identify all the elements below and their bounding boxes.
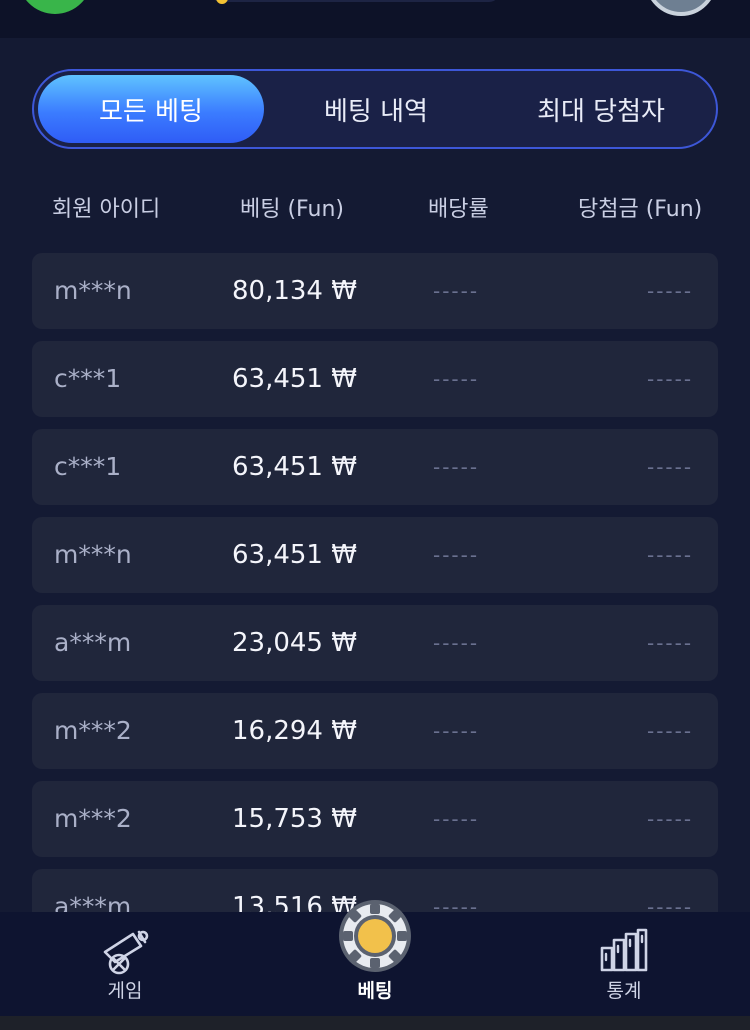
bottom-nav: 게임 베팅 통계 <box>0 900 750 1016</box>
tab-bet-history[interactable]: 베팅 내역 <box>264 75 488 143</box>
bottom-strip <box>0 1016 750 1030</box>
balance-bar[interactable] <box>210 0 500 2</box>
nav-item-game[interactable]: 게임 <box>50 912 200 1016</box>
table-header: 회원 아이디 베팅 (Fun) 배당률 당첨금 (Fun) <box>32 188 718 232</box>
cell-bet-amount: 63,451 ₩ <box>232 452 357 482</box>
nav-label-stats: 통계 <box>606 980 642 1002</box>
cell-bet-amount: 63,451 ₩ <box>232 364 357 394</box>
cell-bet-amount: 63,451 ₩ <box>232 540 357 570</box>
cell-winnings: ----- <box>647 367 694 391</box>
coin-icon <box>216 0 228 4</box>
cell-winnings: ----- <box>647 631 694 655</box>
cell-user-id: m***2 <box>54 804 132 833</box>
cell-bet-amount: 15,753 ₩ <box>232 804 357 834</box>
nav-label-game: 게임 <box>107 980 143 1002</box>
app-logo[interactable] <box>18 0 92 14</box>
cell-odds: ----- <box>433 279 480 303</box>
nav-item-stats[interactable]: 통계 <box>549 912 699 1016</box>
table-row: m***n 63,451 ₩ ----- ----- <box>32 517 718 593</box>
table-row: m***2 16,294 ₩ ----- ----- <box>32 693 718 769</box>
nav-label-bet: 베팅 <box>357 980 393 1002</box>
table-row: m***n 80,134 ₩ ----- ----- <box>32 253 718 329</box>
table-row: a***m 23,045 ₩ ----- ----- <box>32 605 718 681</box>
cell-user-id: m***n <box>54 276 132 305</box>
cell-bet-amount: 80,134 ₩ <box>232 276 357 306</box>
table-row: c***1 63,451 ₩ ----- ----- <box>32 341 718 417</box>
cell-user-id: m***n <box>54 540 132 569</box>
cell-winnings: ----- <box>647 279 694 303</box>
table-row: c***1 63,451 ₩ ----- ----- <box>32 429 718 505</box>
nav-item-bet[interactable]: 베팅 <box>300 900 450 1016</box>
cell-bet-amount: 16,294 ₩ <box>232 716 357 746</box>
cell-odds: ----- <box>433 719 480 743</box>
cell-winnings: ----- <box>647 543 694 567</box>
cell-user-id: c***1 <box>54 452 122 481</box>
cell-odds: ----- <box>433 807 480 831</box>
cell-winnings: ----- <box>647 719 694 743</box>
cell-bet-amount: 23,045 ₩ <box>232 628 357 658</box>
bet-tabs: 모든 베팅 베팅 내역 최대 당첨자 <box>32 69 718 149</box>
cell-winnings: ----- <box>647 807 694 831</box>
column-header-odds: 배당률 <box>428 197 489 222</box>
column-header-winnings: 당첨금 (Fun) <box>578 197 703 222</box>
tab-all-bets[interactable]: 모든 베팅 <box>38 75 264 143</box>
poker-chip-icon <box>339 900 411 972</box>
avatar[interactable] <box>645 0 717 16</box>
cell-odds: ----- <box>433 455 480 479</box>
cell-user-id: a***m <box>54 628 132 657</box>
cell-odds: ----- <box>433 543 480 567</box>
table-row: m***2 15,753 ₩ ----- ----- <box>32 781 718 857</box>
column-header-bet: 베팅 (Fun) <box>240 197 344 222</box>
cannon-icon <box>103 930 149 975</box>
top-header <box>0 0 750 38</box>
cell-winnings: ----- <box>647 455 694 479</box>
cell-user-id: m***2 <box>54 716 132 745</box>
column-header-user-id: 회원 아이디 <box>52 197 161 222</box>
cell-odds: ----- <box>433 631 480 655</box>
cell-odds: ----- <box>433 367 480 391</box>
buildings-chart-icon <box>600 928 648 972</box>
cell-user-id: c***1 <box>54 364 122 393</box>
tab-top-winners[interactable]: 최대 당첨자 <box>488 75 714 143</box>
